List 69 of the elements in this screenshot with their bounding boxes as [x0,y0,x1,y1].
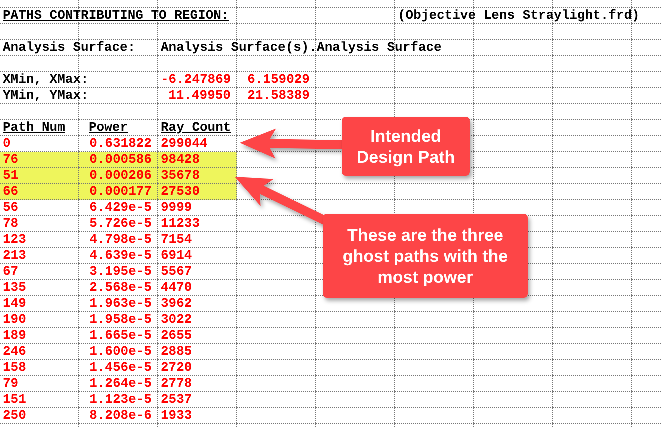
table-cell-text: 135 [2,280,28,296]
table-cell-text: 0.000177 [88,184,153,200]
table-cell-text: 151 [2,392,28,408]
field-value: Analysis Surface(s).Analysis Surface [160,40,443,56]
table-cell-text: 250 [2,408,28,424]
table-cell-text: 35678 [160,168,202,184]
table-cell-text: 76 [2,152,20,168]
table-cell-text: 189 [2,328,28,344]
table-cell-text: 3022 [160,312,194,328]
table-cell-text: 11233 [160,216,202,232]
table-cell-text: 246 [2,344,28,360]
table-cell-text: 149 [2,296,28,312]
table-cell-text: 1.264e-5 [88,376,153,392]
table-cell-text: 2537 [160,392,194,408]
table-cell-text: 299044 [160,136,209,152]
column-header: Ray Count [160,120,232,136]
table-cell-text: 66 [2,184,20,200]
report-title: PATHS CONTRIBUTING TO REGION: [2,8,230,24]
table-cell-text: 5567 [160,264,194,280]
table-cell-text: 8.208e-6 [88,408,153,424]
field-label: YMin, YMax: [2,88,90,104]
table-cell-text: 2885 [160,344,194,360]
table-cell-text: 0.000586 [88,152,153,168]
table-cell-text: 1.600e-5 [88,344,153,360]
table-cell-text: 51 [2,168,20,184]
field-label: Analysis Surface: [2,40,137,56]
max-value: 6.159029 [246,72,311,88]
table-cell-text: 2.568e-5 [88,280,153,296]
table-cell-text: 123 [2,232,28,248]
table-cell-text: 6.429e-5 [88,200,153,216]
column-header: Path Num [2,120,66,136]
table-cell-text: 3962 [160,296,194,312]
max-value: 21.58389 [246,88,311,104]
column-header: Power [88,120,130,136]
callout: Intended Design Path [342,117,470,176]
table-cell-text: 4.798e-5 [88,232,153,248]
table-cell-text: 4470 [160,280,194,296]
table-cell-text: 1.963e-5 [88,296,153,312]
table-cell-text: 2720 [160,360,194,376]
table-cell-text: 0.631822 [88,136,153,152]
table-cell-text: 1.123e-5 [88,392,153,408]
table-cell-text: 213 [2,248,28,264]
table-cell-text: 7154 [160,232,194,248]
table-cell-text: 98428 [160,152,202,168]
table-cell-text: 2778 [160,376,194,392]
table-cell-text: 158 [2,360,28,376]
table-cell-text: 3.195e-5 [88,264,153,280]
table-cell-text: 2655 [160,328,194,344]
min-value: 11.49950 [168,88,232,104]
table-cell-text: 27530 [160,184,202,200]
table-cell-text: 78 [2,216,20,232]
table-cell-text: 0 [2,136,12,152]
min-value: -6.247869 [160,72,232,88]
field-label: XMin, XMax: [2,72,90,88]
table-cell-text: 1.456e-5 [88,360,153,376]
table-cell-text: 1933 [160,408,194,424]
table-cell-text: 5.726e-5 [88,216,153,232]
callout: These are the three ghost paths with the most power [323,214,528,298]
table-cell-text: 1.958e-5 [88,312,153,328]
table-cell-text: 9999 [160,200,194,216]
table-cell-text: 1.665e-5 [88,328,153,344]
table-cell-text: 6914 [160,248,194,264]
table-cell-text: 79 [2,376,20,392]
table-cell-text: 190 [2,312,28,328]
file-name: (Objective Lens Straylight.frd) [397,8,641,24]
table-cell-text: 4.639e-5 [88,248,153,264]
table-cell-text: 56 [2,200,20,216]
table-cell-text: 67 [2,264,20,280]
table-cell-text: 0.000206 [88,168,153,184]
